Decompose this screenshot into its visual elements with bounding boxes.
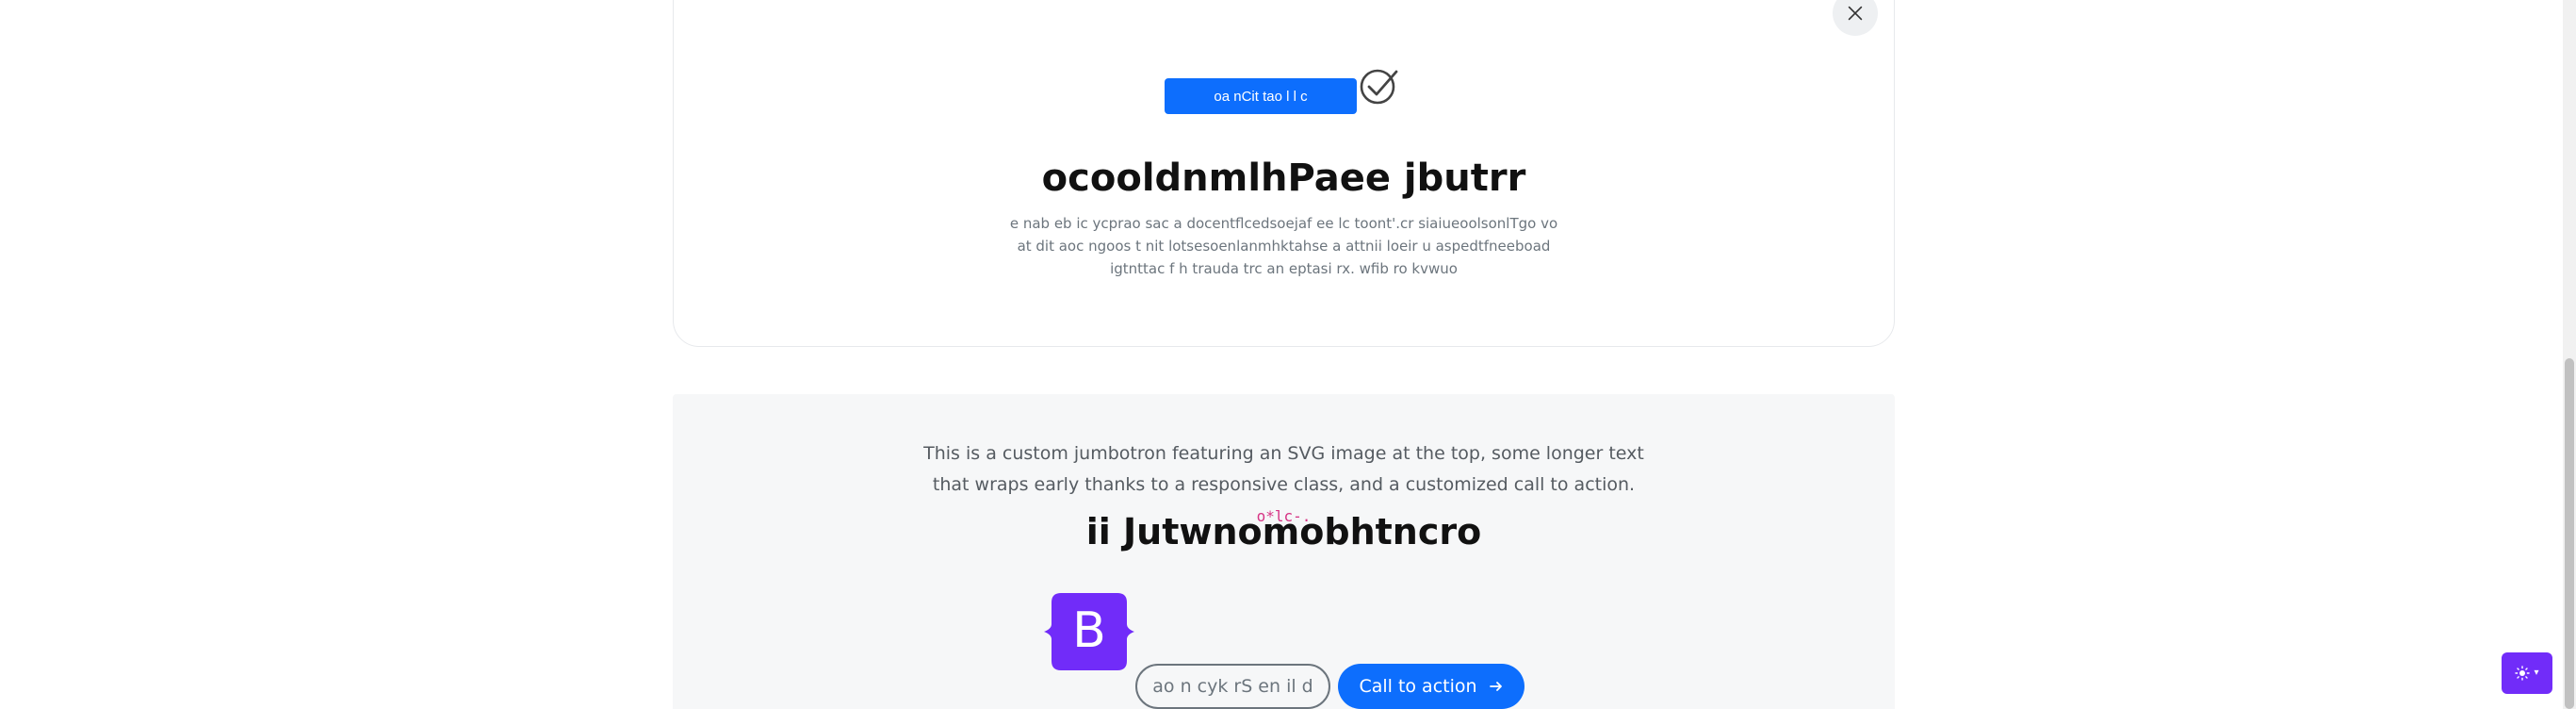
close-icon [1848,6,1863,21]
secondary-button[interactable]: ao n cyk rS en il d [1135,664,1330,709]
theme-toggle-button[interactable]: ▾ [2502,652,2552,694]
scrollbar-thumb[interactable] [2565,358,2574,709]
modal-text: e nab eb ic ycprao sac a docentflcedsoej… [1009,215,1558,277]
modal-title: ocooldnmlhPaee jbutrr [1041,157,1526,200]
jumbotron-title: ii Jutwnomobhtncro [1085,511,1482,552]
call-to-action-button[interactable]: Call to action [1338,664,1524,709]
call-to-action-label: Call to action [1359,676,1477,697]
jumbotron-lead-text: This is a custom jumbotron featuring an … [923,443,1644,495]
bootstrap-logo-icon: B [1044,593,1134,670]
sun-icon [2515,666,2531,681]
arrow-right-icon [1489,682,1502,691]
check-circle-icon [1360,69,1398,105]
page: oa nCit tao l l c ocooldnmlhPaee jbutrr … [0,0,2576,709]
chevron-down-icon: ▾ [2534,668,2539,678]
logo-letter: B [1072,602,1106,659]
badge-button[interactable]: oa nCit tao l l c [1165,78,1357,114]
